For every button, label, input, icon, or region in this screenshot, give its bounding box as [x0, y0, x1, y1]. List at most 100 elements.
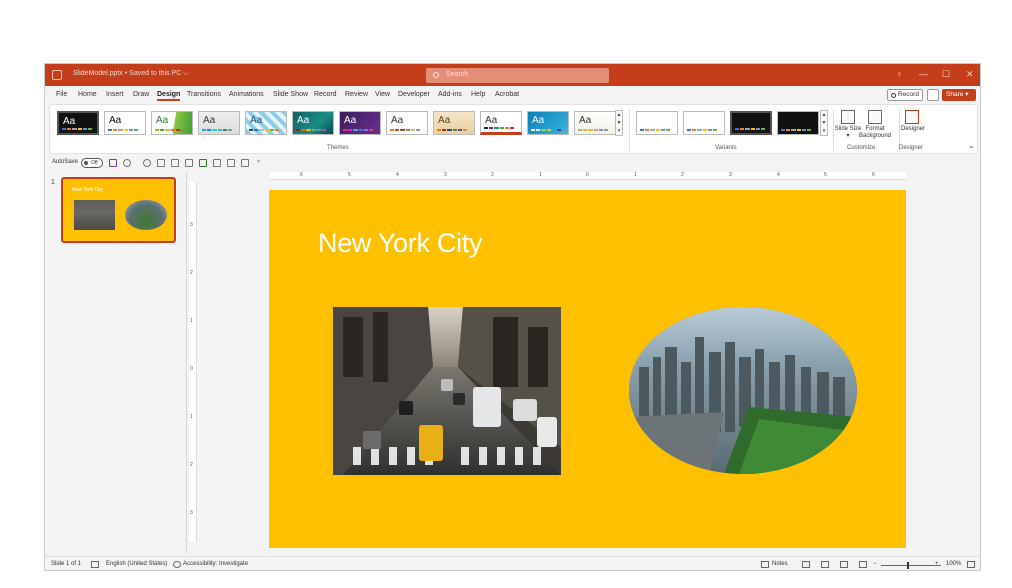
slide-title[interactable]: New York City: [318, 228, 482, 259]
toggle-knob: [84, 161, 88, 165]
open-folder-icon[interactable]: [185, 159, 193, 167]
comments-button[interactable]: [927, 89, 939, 101]
language-indicator[interactable]: English (United States): [106, 561, 167, 567]
tab-insert[interactable]: Insert: [106, 91, 124, 98]
tab-draw[interactable]: Draw: [133, 91, 149, 98]
format-background-button[interactable]: Format Background: [856, 126, 894, 140]
share-button[interactable]: Share ▾: [942, 89, 976, 101]
print-preview-icon[interactable]: [199, 159, 207, 167]
variants-group-label: Variants: [715, 145, 737, 151]
tab-file[interactable]: File: [56, 91, 67, 98]
record-label: Record: [898, 91, 919, 98]
close-button[interactable]: ✕: [966, 69, 974, 79]
theme-organic[interactable]: Aa: [339, 111, 381, 135]
spelling-check-icon[interactable]: [91, 561, 99, 568]
theme-preview-text: Aa: [344, 115, 357, 126]
slide-sorter-icon[interactable]: [821, 561, 829, 568]
undo-icon[interactable]: [123, 159, 131, 167]
tab-record[interactable]: Record: [314, 91, 337, 98]
variants-more-button[interactable]: ▲ ▼ ▾: [820, 110, 828, 136]
theme-ion[interactable]: Aa: [292, 111, 334, 135]
theme-office[interactable]: Aa: [104, 111, 146, 135]
slide-count: Slide 1 of 1: [51, 561, 82, 567]
autosave-toggle[interactable]: Off: [81, 158, 103, 168]
zoom-out-button[interactable]: −: [873, 561, 877, 567]
duplicate-icon[interactable]: [227, 159, 235, 167]
theme-vapor[interactable]: Aa: [574, 111, 616, 135]
tab-design[interactable]: Design: [157, 91, 181, 101]
variant-3[interactable]: [730, 111, 772, 135]
tab-home[interactable]: Home: [78, 91, 97, 98]
street-photo-art: [333, 307, 561, 475]
aerial-photo[interactable]: [629, 307, 857, 474]
slide-show-icon[interactable]: [859, 561, 867, 568]
theme-preview-text: Aa: [532, 115, 545, 126]
start-from-beginning-icon[interactable]: [157, 159, 165, 167]
theme-retrospect[interactable]: Aa: [386, 111, 428, 135]
tab-slide-show[interactable]: Slide Show: [273, 91, 308, 98]
fit-to-window-icon[interactable]: [967, 561, 975, 568]
quick-access-toolbar: AutoSave Off ▿: [45, 156, 980, 170]
accessibility-icon: [173, 561, 181, 568]
theme-office-dark[interactable]: Aa: [57, 111, 99, 135]
tab-developer[interactable]: Developer: [398, 91, 430, 98]
thumbnail-number: 1: [51, 179, 55, 186]
tab-add-ins[interactable]: Add-ins: [438, 91, 462, 98]
designer-button[interactable]: Designer: [897, 126, 929, 133]
notes-icon: [761, 561, 769, 568]
themes-more-button[interactable]: ▲ ▼ ▾: [615, 110, 623, 136]
tab-acrobat[interactable]: Acrobat: [495, 91, 519, 98]
maximize-button[interactable]: ☐: [942, 69, 950, 79]
tab-view[interactable]: View: [375, 91, 390, 98]
theme-preview-text: Aa: [579, 115, 592, 126]
ruler-tick: 3: [729, 172, 732, 178]
minimize-button[interactable]: —: [919, 69, 928, 79]
notes-button[interactable]: Notes: [772, 561, 788, 567]
tab-help[interactable]: Help: [471, 91, 485, 98]
tab-review[interactable]: Review: [345, 91, 368, 98]
pane-splitter[interactable]: [186, 172, 187, 554]
variant-1[interactable]: [636, 111, 678, 135]
save-icon[interactable]: [109, 159, 117, 167]
tab-transitions[interactable]: Transitions: [187, 91, 221, 98]
slide-canvas[interactable]: New York City: [269, 190, 906, 548]
zoom-slider[interactable]: [881, 565, 941, 566]
theme-facet[interactable]: Aa: [151, 111, 193, 135]
theme-ion-boardroom[interactable]: Aa: [245, 111, 287, 135]
normal-view-icon[interactable]: [802, 561, 810, 568]
slide-thumbnail-1[interactable]: New York City: [61, 177, 176, 243]
theme-integral[interactable]: Aa: [198, 111, 240, 135]
record-button[interactable]: Record: [887, 89, 923, 101]
ruler-tick: 5: [348, 172, 351, 178]
theme-wisp[interactable]: Aa: [527, 111, 569, 135]
document-title[interactable]: SlideModel.pptx • Saved to this PC ⌵: [73, 70, 189, 78]
variant-2[interactable]: [683, 111, 725, 135]
street-photo[interactable]: [333, 307, 561, 475]
present-icon[interactable]: [213, 159, 221, 167]
ruler-tick: 3: [444, 172, 447, 178]
new-file-icon[interactable]: [171, 159, 179, 167]
slide-size-icon: [841, 110, 855, 124]
accessibility-status[interactable]: Accessibility: Investigate: [183, 561, 248, 567]
customize-qat-icon[interactable]: ▿: [257, 159, 265, 167]
lightbulb-icon[interactable]: ♀: [896, 69, 903, 79]
ruler-tick: 2: [491, 172, 494, 178]
theme-preview-text: Aa: [250, 115, 263, 126]
zoom-in-button[interactable]: +: [935, 561, 939, 567]
variant-4[interactable]: [777, 111, 819, 135]
record-icon: [891, 93, 896, 98]
search-box[interactable]: Search: [426, 68, 609, 83]
collapse-ribbon-icon[interactable]: ⌄: [968, 141, 975, 150]
zoom-level[interactable]: 100%: [946, 561, 961, 567]
theme-slice[interactable]: Aa: [480, 111, 522, 135]
reading-view-icon[interactable]: [840, 561, 848, 568]
comment-icon[interactable]: [241, 159, 249, 167]
tab-animations[interactable]: Animations: [229, 91, 264, 98]
zoom-slider-thumb[interactable]: [907, 562, 909, 569]
ruler-tick: 1: [190, 318, 193, 324]
theme-savon[interactable]: Aa: [433, 111, 475, 135]
theme-preview-text: Aa: [297, 115, 310, 126]
status-bar: Slide 1 of 1 English (United States) Acc…: [45, 556, 980, 570]
ruler-tick: 3: [190, 222, 193, 228]
redo-icon[interactable]: [143, 159, 151, 167]
